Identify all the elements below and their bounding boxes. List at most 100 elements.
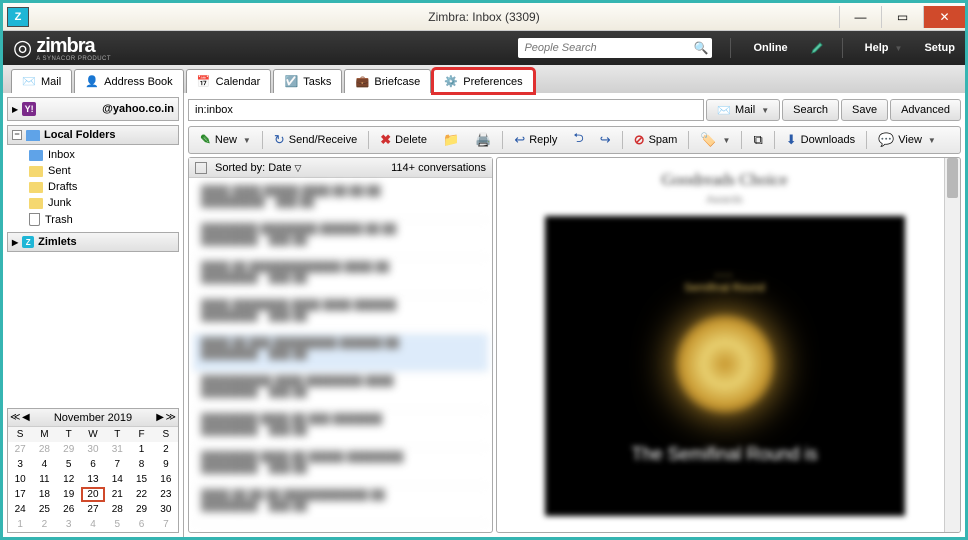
search-button[interactable]: Search [782, 99, 839, 121]
view-button[interactable]: 💬View▼ [871, 130, 943, 150]
cal-day[interactable]: 19 [57, 487, 81, 502]
cal-day[interactable]: 12 [57, 472, 81, 487]
downloads-button[interactable]: ⬇Downloads [779, 130, 862, 150]
cal-day[interactable]: 29 [57, 442, 81, 457]
search-icon[interactable]: 🔍 [693, 41, 708, 55]
reply-all-button[interactable]: ⮌ [566, 130, 590, 150]
people-search[interactable]: 🔍 [518, 38, 712, 58]
cal-day[interactable]: 7 [154, 517, 178, 532]
tab-mail[interactable]: ✉️Mail [11, 69, 72, 93]
cal-day[interactable]: 28 [105, 502, 129, 517]
folder-inbox[interactable]: Inbox [7, 147, 179, 163]
tab-tasks[interactable]: ☑️Tasks [273, 69, 342, 93]
zimlets-header[interactable]: ▶ Z Zimlets [7, 232, 179, 252]
cal-day-header: T [105, 427, 129, 442]
people-search-input[interactable] [522, 41, 682, 55]
tab-calendar[interactable]: 📅Calendar [186, 69, 272, 93]
folder-junk[interactable]: Junk [7, 195, 179, 211]
compose-icon[interactable] [810, 41, 824, 55]
folder-trash[interactable]: Trash [7, 211, 179, 228]
close-button[interactable]: ✕ [923, 6, 965, 28]
local-folders-header[interactable]: − Local Folders [7, 125, 179, 145]
save-search-button[interactable]: Save [841, 99, 888, 121]
cal-day[interactable]: 27 [8, 442, 32, 457]
cal-day[interactable]: 3 [8, 457, 32, 472]
cal-prev-year[interactable]: ≪ [10, 412, 20, 423]
new-button[interactable]: ✎New▼ [193, 130, 258, 150]
cal-day[interactable]: 29 [129, 502, 153, 517]
cal-day[interactable]: 17 [8, 487, 32, 502]
folder-drafts[interactable]: Drafts [7, 179, 179, 195]
delete-button[interactable]: ✖Delete [373, 130, 434, 150]
sidebar: ▶ Y! @yahoo.co.in − Local Folders Inbox … [3, 93, 184, 537]
setup-link[interactable]: Setup [924, 42, 955, 54]
cal-day[interactable]: 3 [57, 517, 81, 532]
tag-button[interactable]: 🏷️▼ [693, 130, 737, 150]
cal-day[interactable]: 6 [81, 457, 105, 472]
sort-label[interactable]: Sorted by: Date ▽ [215, 162, 301, 174]
tab-briefcase[interactable]: 💼Briefcase [344, 69, 431, 93]
refresh-icon: ↻ [274, 132, 285, 148]
cal-day[interactable]: 1 [8, 517, 32, 532]
cal-day[interactable]: 9 [154, 457, 178, 472]
tab-preferences[interactable]: ⚙️Preferences [433, 69, 533, 93]
cal-day[interactable]: 30 [81, 442, 105, 457]
send-receive-button[interactable]: ↻Send/Receive [267, 130, 364, 150]
forward-button[interactable]: ↪ [593, 130, 618, 150]
select-all-checkbox[interactable] [195, 162, 207, 174]
cal-day[interactable]: 4 [81, 517, 105, 532]
cal-next-year[interactable]: ≫ [166, 412, 176, 423]
tab-address-book[interactable]: 👤Address Book [74, 69, 183, 93]
cal-day[interactable]: 27 [81, 502, 105, 517]
cal-day[interactable]: 23 [154, 487, 178, 502]
cal-day[interactable]: 16 [154, 472, 178, 487]
account-email: @yahoo.co.in [102, 103, 174, 115]
cal-day[interactable]: 26 [57, 502, 81, 517]
reply-button[interactable]: ↩Reply [507, 130, 564, 150]
cal-day[interactable]: 25 [32, 502, 56, 517]
cal-day[interactable]: 2 [32, 517, 56, 532]
minimize-button[interactable]: — [839, 6, 881, 28]
folder-sent[interactable]: Sent [7, 163, 179, 179]
cal-day[interactable]: 2 [154, 442, 178, 457]
help-link[interactable]: Help▼ [865, 42, 903, 54]
detach-button[interactable]: ⧉ [746, 130, 769, 150]
advanced-search-button[interactable]: Advanced [890, 99, 961, 121]
spam-icon: ⊘ [634, 132, 645, 148]
account-row[interactable]: ▶ Y! @yahoo.co.in [7, 97, 179, 121]
cal-day[interactable]: 28 [32, 442, 56, 457]
cal-day[interactable]: 22 [129, 487, 153, 502]
cal-day[interactable]: 13 [81, 472, 105, 487]
preview-scrollbar[interactable] [944, 158, 960, 532]
cal-day[interactable]: 7 [105, 457, 129, 472]
cal-day[interactable]: 15 [129, 472, 153, 487]
cal-day[interactable]: 20 [81, 487, 105, 502]
search-query-input[interactable] [188, 99, 704, 121]
cal-day[interactable]: 8 [129, 457, 153, 472]
move-button[interactable]: 📁 [436, 130, 466, 150]
cal-prev-month[interactable]: ◀ [22, 412, 30, 423]
message-rows[interactable]: ████ ████ █████ ████ ██ ██ ███████████ █… [189, 178, 492, 532]
cal-next-month[interactable]: ▶ [156, 412, 164, 423]
cal-day[interactable]: 1 [129, 442, 153, 457]
cal-day[interactable]: 21 [105, 487, 129, 502]
search-scope-mail[interactable]: ✉️Mail▼ [706, 99, 780, 121]
cal-day[interactable]: 5 [105, 517, 129, 532]
cal-day-header: M [32, 427, 56, 442]
spam-button[interactable]: ⊘Spam [627, 130, 685, 150]
calendar-header: ≪ ◀ November 2019 ▶ ≫ [8, 409, 178, 427]
cal-day[interactable]: 30 [154, 502, 178, 517]
maximize-button[interactable]: ▭ [881, 6, 923, 28]
cal-day[interactable]: 6 [129, 517, 153, 532]
tag-icon: 🏷️ [700, 132, 716, 148]
cal-day[interactable]: 14 [105, 472, 129, 487]
cal-day[interactable]: 18 [32, 487, 56, 502]
cal-day[interactable]: 11 [32, 472, 56, 487]
online-status[interactable]: Online [753, 42, 787, 54]
cal-day[interactable]: 24 [8, 502, 32, 517]
cal-day[interactable]: 31 [105, 442, 129, 457]
cal-day[interactable]: 5 [57, 457, 81, 472]
cal-day[interactable]: 10 [8, 472, 32, 487]
print-button[interactable]: 🖨️ [468, 130, 498, 150]
cal-day[interactable]: 4 [32, 457, 56, 472]
